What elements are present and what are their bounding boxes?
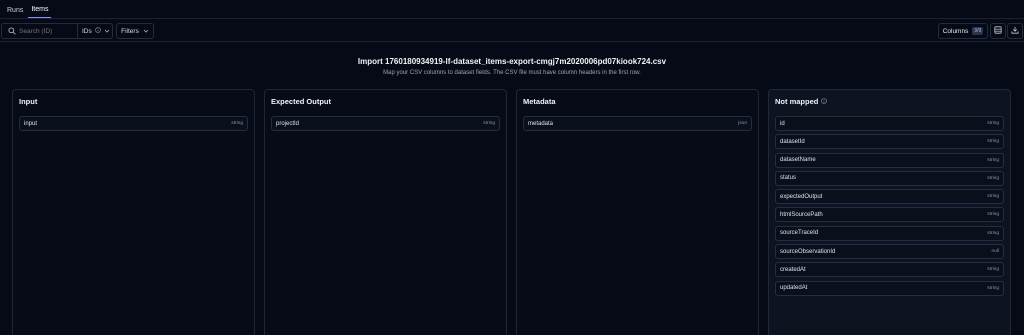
columns-label: Columns xyxy=(942,27,969,35)
column-type: string xyxy=(987,267,999,273)
column-type: string xyxy=(987,139,999,145)
panel-title: Metadata xyxy=(523,97,556,106)
column-item[interactable]: sourceTraceId string xyxy=(775,225,1004,241)
column-name: updatedAt xyxy=(780,285,808,292)
download-icon xyxy=(1011,26,1019,36)
toolbar: IDs Filters Columns 9/9 xyxy=(0,20,1024,42)
search-mode-select[interactable]: IDs xyxy=(78,27,110,35)
column-item[interactable]: datasetName string xyxy=(775,152,1004,168)
panel-not-mapped[interactable]: Not mapped id string datasetId string data… xyxy=(768,89,1011,335)
column-name: projectId xyxy=(276,120,300,127)
import-subtitle: Map your CSV columns to dataset fields. … xyxy=(383,70,641,76)
panel-expected-output[interactable]: Expected Output projectId string xyxy=(264,89,507,335)
filters-button[interactable]: Filters xyxy=(116,23,154,39)
column-name: sourceObservationId xyxy=(780,248,836,255)
panel-title: Not mapped xyxy=(775,97,819,106)
panel-rows: id string datasetId string datasetName stri… xyxy=(775,116,1004,299)
layout-icon xyxy=(994,26,1002,36)
search-mode-label: IDs xyxy=(82,27,92,35)
column-type: string xyxy=(231,121,243,126)
column-item[interactable]: datasetId string xyxy=(775,134,1004,150)
tab-items[interactable]: Items xyxy=(28,6,52,18)
filters-label: Filters xyxy=(121,27,139,35)
panel-title-wrap: Not mapped xyxy=(775,97,828,106)
column-item[interactable]: expectedOutput string xyxy=(775,189,1004,205)
panel-title: Input xyxy=(19,97,38,106)
column-item[interactable]: status string xyxy=(775,170,1004,186)
column-item[interactable]: updatedAt string xyxy=(775,280,1004,296)
column-type: null xyxy=(991,249,999,255)
column-name: datasetId xyxy=(780,138,805,145)
chevron-down-icon xyxy=(104,28,110,35)
column-item[interactable]: input string xyxy=(19,116,248,131)
column-type: string xyxy=(987,212,999,218)
column-name: htmlSourcePath xyxy=(780,211,823,218)
column-name: status xyxy=(780,175,797,182)
column-type: string xyxy=(987,121,999,126)
column-name: id xyxy=(780,120,785,127)
column-name: sourceTraceId xyxy=(780,230,819,237)
search-box: IDs xyxy=(1,23,113,39)
column-type: string xyxy=(987,175,999,181)
column-item[interactable]: sourceObservationId null xyxy=(775,244,1004,260)
info-icon xyxy=(94,27,101,35)
column-type: string xyxy=(483,121,495,126)
download-button[interactable] xyxy=(1007,23,1023,39)
column-name: metadata xyxy=(528,120,554,127)
columns-button[interactable]: Columns 9/9 xyxy=(938,23,988,39)
panel-metadata[interactable]: Metadata metadata json xyxy=(516,89,759,335)
column-type: string xyxy=(987,157,999,163)
panel-rows: projectId string xyxy=(271,116,500,134)
column-name: datasetName xyxy=(780,157,816,164)
column-item[interactable]: metadata json xyxy=(523,116,752,131)
column-item[interactable]: htmlSourcePath string xyxy=(775,207,1004,223)
panel-title: Expected Output xyxy=(271,97,332,106)
columns-count-badge: 9/9 xyxy=(972,27,984,35)
search-icon xyxy=(8,27,16,35)
column-type: string xyxy=(987,230,999,236)
panel-rows: metadata json xyxy=(523,116,752,134)
column-name: createdAt xyxy=(780,266,806,273)
column-type: string xyxy=(987,285,999,291)
chevron-down-icon xyxy=(143,28,149,35)
panel-input[interactable]: Input input string xyxy=(12,89,255,335)
column-item[interactable]: createdAt string xyxy=(775,262,1004,278)
column-name: input xyxy=(24,120,38,127)
import-title: Import 1760180934919-lf-dataset_items-ex… xyxy=(357,57,667,66)
search-input[interactable] xyxy=(19,27,77,35)
column-type: string xyxy=(987,194,999,200)
column-item[interactable]: projectId string xyxy=(271,116,500,131)
info-icon xyxy=(821,97,828,106)
column-type: json xyxy=(738,121,747,126)
layout-button[interactable] xyxy=(990,23,1006,39)
panel-rows: input string xyxy=(19,116,248,134)
column-name: expectedOutput xyxy=(780,193,823,200)
tab-bar: Runs Items xyxy=(0,0,1024,19)
column-item[interactable]: id string xyxy=(775,116,1004,131)
tab-runs[interactable]: Runs xyxy=(4,7,26,18)
